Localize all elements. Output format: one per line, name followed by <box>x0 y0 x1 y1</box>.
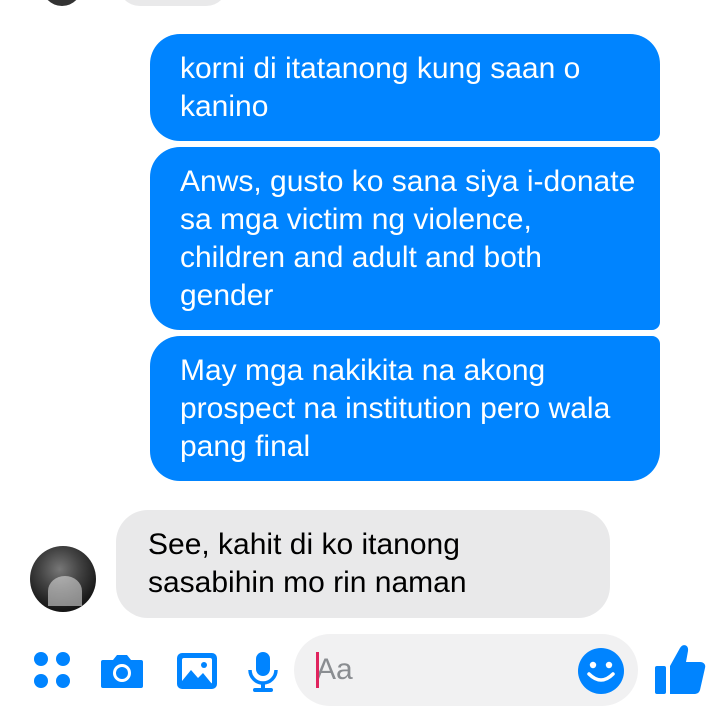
previous-message-fragment <box>118 0 228 6</box>
message-input[interactable] <box>316 650 556 690</box>
incoming-message[interactable]: See, kahit di ko itanong sasabihin mo ri… <box>116 510 610 618</box>
message-composer <box>0 632 720 708</box>
message-text: Anws, gusto ko sana siya i-donate sa mga… <box>180 164 636 312</box>
microphone-icon[interactable] <box>240 648 286 694</box>
outgoing-message[interactable]: Anws, gusto ko sana siya i-donate sa mga… <box>150 147 660 330</box>
text-cursor <box>316 652 319 688</box>
message-text: May mga nakikita na akong prospect na in… <box>180 353 611 463</box>
contact-avatar[interactable] <box>30 546 96 612</box>
image-icon[interactable] <box>174 648 220 694</box>
previous-avatar-fragment <box>42 0 82 6</box>
message-text: See, kahit di ko itanong sasabihin mo ri… <box>148 528 467 599</box>
camera-icon[interactable] <box>99 648 145 694</box>
outgoing-message[interactable]: May mga nakikita na akong prospect na in… <box>150 336 660 481</box>
outgoing-message[interactable]: korni di itatanong kung saan o kanino <box>150 34 660 141</box>
emoji-icon[interactable] <box>576 646 626 696</box>
message-text: korni di itatanong kung saan o kanino <box>180 51 581 123</box>
thumbs-up-icon[interactable] <box>652 640 708 698</box>
grid-dots-icon[interactable] <box>30 648 76 694</box>
message-input-wrapper <box>294 634 638 706</box>
